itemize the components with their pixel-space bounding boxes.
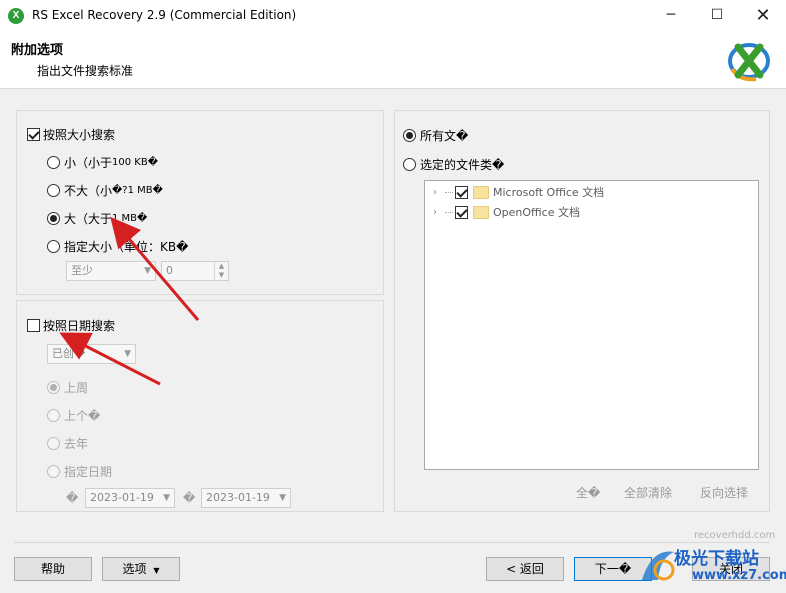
size-option-large-label: 大（大于 — [64, 212, 113, 226]
maximize-button[interactable]: ☐ — [694, 0, 740, 31]
help-button[interactable]: 帮助 — [14, 557, 92, 581]
to-date-picker[interactable]: 2023-01-19 ▼ — [201, 488, 291, 508]
size-option-custom-label: 指定大小（单位：KB� — [64, 240, 189, 254]
date-option-last-week-label: 上周 — [64, 381, 89, 395]
size-search-checkbox[interactable] — [27, 128, 40, 141]
date-search-label: 按照日期搜索 — [43, 319, 116, 333]
select-all-button[interactable]: 全� — [576, 484, 600, 501]
size-search-checkbox-row[interactable]: 按照大小搜索 — [27, 126, 115, 143]
all-files-radio[interactable] — [403, 129, 416, 142]
from-date-prefix: � — [66, 491, 79, 505]
chevron-right-icon[interactable]: › — [433, 187, 443, 198]
tree-item-openoffice[interactable]: › OpenOffice 文档 — [433, 204, 580, 220]
size-option-large-radio[interactable] — [47, 212, 60, 225]
date-option-last-month-radio[interactable] — [47, 409, 60, 422]
clear-all-button[interactable]: 全部清除 — [624, 484, 672, 501]
date-option-last-week[interactable]: 上周 — [47, 379, 88, 396]
tree-item-label: Microsoft Office 文档 — [493, 186, 605, 199]
from-date-value: 2023-01-19 — [90, 491, 154, 504]
all-files-label: 所有文� — [420, 129, 469, 143]
folder-icon — [473, 205, 489, 219]
tree-item-checkbox[interactable] — [455, 205, 468, 219]
size-min-select-value: 至少 — [71, 264, 93, 277]
date-search-checkbox[interactable] — [27, 319, 40, 332]
chevron-right-icon[interactable]: › — [433, 207, 443, 218]
page-subtitle: 指出文件搜索标准 — [37, 64, 134, 78]
size-search-label: 按照大小搜索 — [43, 128, 116, 142]
size-value: 0 — [166, 264, 173, 277]
date-search-checkbox-row[interactable]: 按照日期搜索 — [27, 317, 115, 334]
size-option-custom-radio[interactable] — [47, 240, 60, 253]
tree-item-checkbox[interactable] — [455, 185, 468, 199]
date-option-custom[interactable]: 指定日期 — [47, 463, 112, 480]
size-option-small-radio[interactable] — [47, 156, 60, 169]
from-date-picker[interactable]: 2023-01-19 ▼ — [85, 488, 175, 508]
stepper-arrows-icon[interactable]: ▲ ▼ — [214, 262, 228, 280]
date-option-last-month[interactable]: 上个� — [47, 407, 100, 424]
size-option-small-label: 小（小于 — [64, 156, 113, 170]
size-option-large[interactable]: 大（大于 1 MB� — [47, 210, 147, 227]
all-files-option[interactable]: 所有文� — [403, 127, 468, 144]
date-option-last-year-label: 去年 — [64, 437, 89, 451]
date-option-custom-label: 指定日期 — [64, 465, 113, 479]
date-option-custom-radio[interactable] — [47, 465, 60, 478]
size-option-small[interactable]: 小（小于 100 KB� — [47, 154, 158, 171]
chevron-down-icon: ▼ — [144, 266, 151, 276]
chevron-down-icon: ▼ — [124, 349, 131, 359]
app-icon: X — [8, 8, 24, 24]
options-button-label: 选项 — [122, 562, 147, 576]
title-bar: X RS Excel Recovery 2.9 (Commercial Edit… — [0, 0, 786, 31]
tree-connector — [445, 191, 453, 193]
tree-item-microsoft-office[interactable]: › Microsoft Office 文档 — [433, 184, 604, 200]
size-option-custom[interactable]: 指定大小（单位：KB� — [47, 238, 188, 255]
date-option-last-year-radio[interactable] — [47, 437, 60, 450]
page-title: 附加选项 — [11, 43, 64, 58]
size-option-medium-label: 不大（小 — [64, 184, 113, 198]
minimize-button[interactable]: ─ — [648, 0, 694, 31]
file-type-tree[interactable]: › Microsoft Office 文档 › OpenOffice 文档 — [424, 180, 759, 470]
watermark-url: www.xz7.com — [692, 568, 786, 583]
size-min-select[interactable]: 至少 ▼ — [66, 261, 156, 281]
selected-types-label: 选定的文件类� — [420, 158, 505, 172]
options-button[interactable]: 选项 ▼ — [102, 557, 180, 581]
product-logo-icon — [728, 43, 770, 82]
chevron-down-icon: ▼ — [163, 493, 170, 503]
chevron-down-icon: ▼ — [153, 566, 160, 575]
date-type-value: 已创� — [52, 347, 86, 360]
to-date-prefix: � — [183, 491, 196, 505]
invert-selection-button[interactable]: 反向选择 — [700, 484, 748, 501]
folder-icon — [473, 185, 489, 199]
window-title: RS Excel Recovery 2.9 (Commercial Editio… — [32, 8, 297, 22]
size-option-large-suffix: 1 MB� — [112, 213, 148, 224]
tree-connector — [445, 211, 453, 213]
size-option-medium-radio[interactable] — [47, 184, 60, 197]
close-window-button[interactable]: ✕ — [740, 0, 786, 31]
size-option-medium-suffix: �?1 MB� — [112, 185, 163, 196]
watermark-text: 极光下载站 — [674, 549, 759, 569]
size-option-small-suffix: 100 KB� — [112, 157, 158, 168]
selected-types-radio[interactable] — [403, 158, 416, 171]
size-option-medium[interactable]: 不大（小 �?1 MB� — [47, 182, 163, 199]
to-date-value: 2023-01-19 — [206, 491, 270, 504]
size-value-stepper[interactable]: 0 ▲ ▼ — [161, 261, 229, 281]
date-type-select[interactable]: 已创� ▼ — [47, 344, 136, 364]
tree-item-label: OpenOffice 文档 — [493, 206, 580, 219]
wizard-header: 附加选项 指出文件搜索标准 — [0, 31, 786, 89]
back-button[interactable]: < 返回 — [486, 557, 564, 581]
date-option-last-month-label: 上个� — [64, 409, 101, 423]
date-option-last-year[interactable]: 去年 — [47, 435, 88, 452]
date-option-last-week-radio[interactable] — [47, 381, 60, 394]
chevron-down-icon: ▼ — [279, 493, 286, 503]
selected-types-option[interactable]: 选定的文件类� — [403, 156, 504, 173]
